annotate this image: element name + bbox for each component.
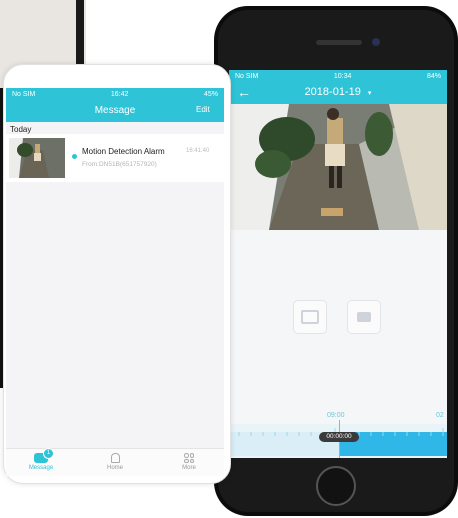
clock-text: 10:34	[333, 72, 352, 80]
tab-more[interactable]: More	[164, 453, 214, 471]
message-source: From:DN51B(651757920)	[82, 161, 157, 168]
video-feed[interactable]	[229, 104, 447, 230]
status-bar: No SIM 16:42 45%	[6, 88, 224, 100]
edit-button[interactable]: Edit	[196, 105, 210, 114]
section-label: Today	[10, 125, 32, 134]
date-selector[interactable]: 2018-01-19 ▾	[229, 86, 447, 98]
camera-snapshot	[229, 104, 447, 230]
carrier-text: No SIM	[12, 90, 36, 98]
grid-icon	[184, 453, 194, 463]
home-button[interactable]	[316, 466, 356, 506]
right-phone-screen: No SIM 10:34 84% ← 2018-01-19 ▾ 09:00 02…	[229, 70, 447, 458]
unread-dot	[72, 154, 77, 159]
timeline-labels: 09:00 02	[229, 410, 447, 424]
timeline-label-right: 02	[436, 412, 444, 419]
left-phone-screen: No SIM 16:42 45% Message Edit Today Moti…	[6, 88, 224, 476]
battery-text: 84%	[426, 72, 441, 80]
record-button[interactable]	[347, 300, 381, 334]
playback-nav: ← 2018-01-19 ▾	[229, 82, 447, 104]
battery-text: 45%	[203, 90, 218, 98]
video-camera-icon	[357, 312, 371, 322]
carrier-text: No SIM	[235, 72, 259, 80]
home-icon	[110, 453, 120, 463]
date-label: 2018-01-19	[304, 86, 361, 98]
camera-rotate-icon	[301, 310, 319, 324]
message-list-item[interactable]: Motion Detection Alarm 16:41:40 From:DN5…	[6, 134, 224, 182]
chevron-down-icon: ▾	[367, 90, 372, 97]
right-header-bar: No SIM 10:34 84% ← 2018-01-19 ▾	[229, 70, 447, 104]
tab-home[interactable]: Home	[90, 453, 140, 471]
controls-area	[229, 230, 447, 420]
page-title: Message	[94, 105, 136, 116]
clock-text: 16:42	[110, 90, 129, 98]
current-time-badge: 00:00:00	[319, 432, 359, 442]
message-thumbnail	[9, 138, 65, 178]
tab-label: Home	[106, 465, 123, 471]
message-title: Motion Detection Alarm	[82, 147, 165, 156]
timeline-label-left: 09:00	[327, 412, 345, 419]
tab-badge: 1	[43, 448, 54, 459]
tab-label: More	[182, 465, 196, 471]
tab-label: Message	[28, 465, 54, 471]
front-camera	[372, 38, 380, 46]
speaker-grille	[316, 40, 362, 45]
snapshot-button[interactable]	[293, 300, 327, 334]
message-icon: 1	[34, 448, 54, 463]
tab-bar: 1 Message Home More	[6, 448, 224, 476]
message-time: 16:41:40	[186, 148, 210, 154]
tab-message[interactable]: 1 Message	[16, 448, 66, 471]
status-bar: No SIM 10:34 84%	[229, 70, 447, 82]
